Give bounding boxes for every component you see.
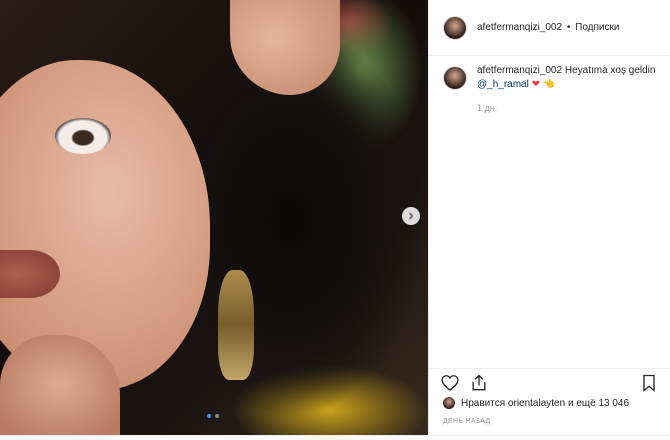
pointing-hand-emoji-icon: 👈 — [542, 79, 556, 90]
liker-avatar[interactable] — [443, 397, 455, 409]
bookmark-icon[interactable] — [639, 373, 659, 393]
likes-prefix: Нравится — [461, 397, 506, 409]
heart-outline-icon[interactable] — [440, 373, 460, 393]
likes-summary: Нравится orientalayten и ещё 13 046 — [443, 397, 629, 409]
post-photo[interactable] — [0, 0, 428, 435]
liker-username-link[interactable]: orientalayten — [508, 398, 565, 409]
carousel-dot-active — [207, 414, 211, 418]
caption-mention-link[interactable]: @_h_ramal — [477, 79, 529, 90]
caption-text: Heyatıma xoş geldin — [564, 65, 656, 76]
caption-username-link[interactable]: afetfermanqizi_002 — [477, 65, 562, 76]
likes-count-link[interactable]: и ещё 13 046 — [568, 398, 629, 409]
share-icon[interactable] — [469, 373, 489, 393]
heart-emoji-icon: ❤ — [531, 79, 541, 90]
post-sidebar: afetfermanqizi_002 • Подписки afetferman… — [428, 0, 670, 435]
photo-lips-region — [0, 250, 60, 298]
caption-comment: afetfermanqizi_002 Heyatıma xoş geldin @… — [429, 64, 670, 115]
caption-body: afetfermanqizi_002 Heyatıma xoş geldin @… — [477, 64, 657, 115]
chevron-right-icon — [409, 212, 414, 220]
post-date[interactable]: ДЕНЬ НАЗАД — [443, 418, 491, 425]
caption-timestamp[interactable]: 1 дн. — [477, 101, 657, 115]
following-button[interactable]: Подписки — [575, 22, 619, 33]
carousel-indicator — [207, 414, 219, 418]
bottom-border — [0, 435, 670, 440]
author-username-link[interactable]: afetfermanqizi_002 — [477, 22, 562, 33]
photo-eye-region — [55, 118, 111, 154]
caption-author-avatar[interactable] — [443, 66, 467, 90]
caption-text-line: afetfermanqizi_002 Heyatıma xoş geldin @… — [477, 64, 657, 92]
post-actions-bar — [429, 368, 670, 399]
photo-earring-region — [218, 270, 254, 380]
author-avatar[interactable] — [443, 15, 467, 40]
carousel-next-button[interactable] — [402, 207, 420, 225]
header-separator: • — [566, 22, 571, 33]
post-header-text: afetfermanqizi_002 • Подписки — [477, 22, 619, 33]
carousel-dot — [215, 414, 219, 418]
instagram-post: afetfermanqizi_002 • Подписки afetferman… — [0, 0, 670, 440]
post-header: afetfermanqizi_002 • Подписки — [429, 0, 670, 56]
